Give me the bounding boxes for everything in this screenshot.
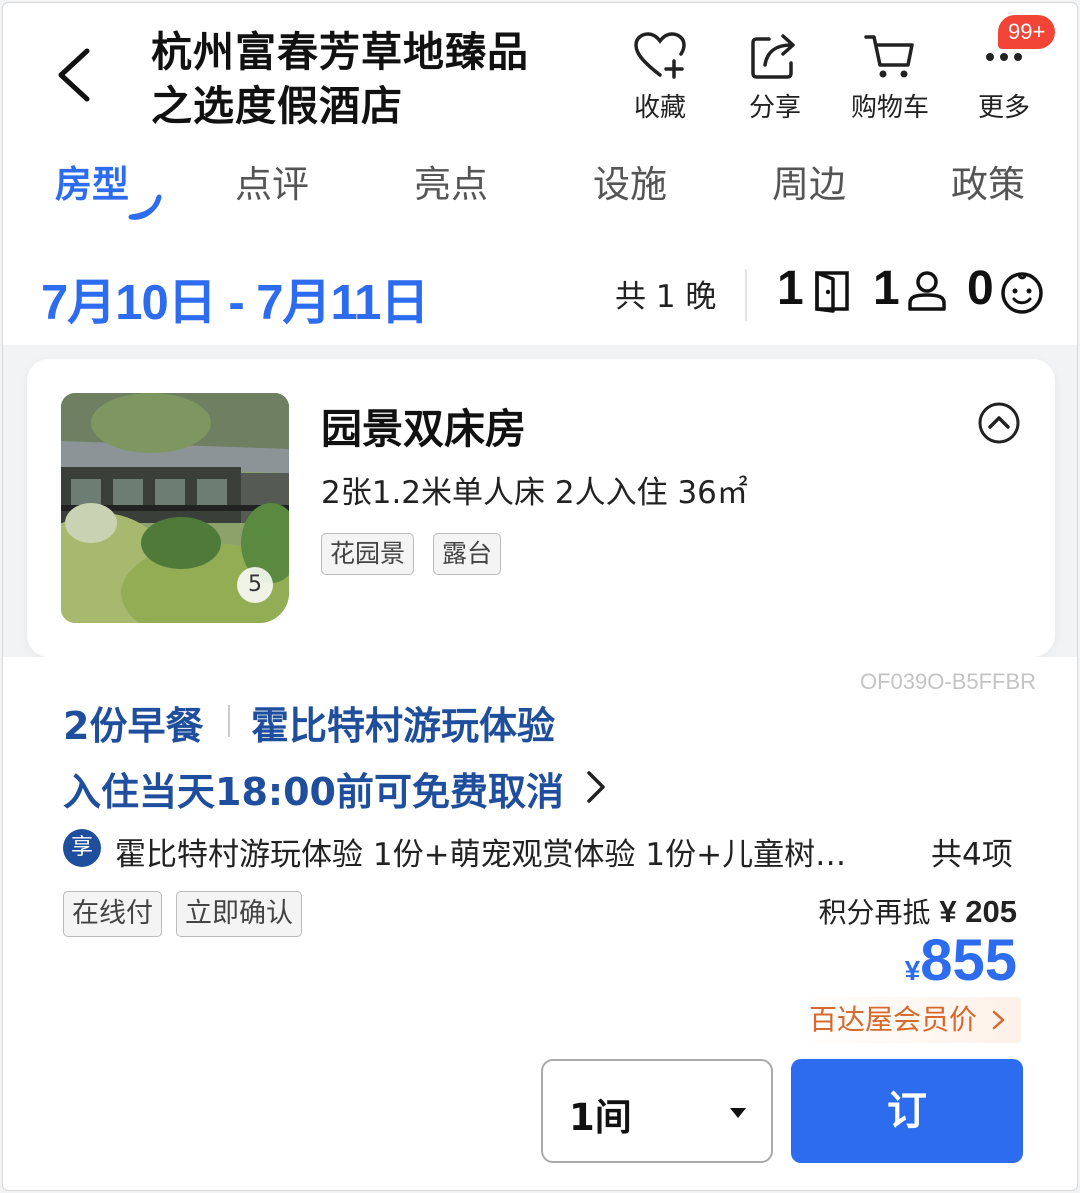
- perks-list[interactable]: 霍比特村游玩体验 1份+萌宠观赏体验 1份+儿童树…: [115, 829, 905, 874]
- active-tab-indicator: [128, 194, 162, 220]
- rate-code: OF039O-B5FFBR: [860, 669, 1037, 694]
- collapse-up-icon[interactable]: [977, 401, 1021, 445]
- book-button[interactable]: 订: [791, 1059, 1023, 1163]
- tab-room-types[interactable]: 房型: [55, 157, 129, 213]
- room-name: 园景双床房: [321, 405, 526, 453]
- tab-policies[interactable]: 政策: [951, 157, 1025, 213]
- cart-label: 购物车: [850, 93, 929, 123]
- price-amount: 855: [920, 928, 1017, 993]
- price-currency: ¥: [904, 955, 921, 986]
- points-value: ¥ 205: [939, 894, 1017, 929]
- app-frame: 杭州富春芳草地臻品 之选度假酒店 收藏 分享 购物车 更多 99+ 房型 点评 …: [2, 2, 1078, 1191]
- share-icon: [751, 34, 795, 79]
- rooms-count[interactable]: 1: [777, 261, 804, 316]
- tab-reviews[interactable]: 点评: [235, 157, 309, 213]
- children-count[interactable]: 0: [967, 261, 994, 316]
- share-label: 分享: [748, 93, 801, 123]
- back-button[interactable]: [47, 43, 107, 107]
- adult-icon: [908, 271, 946, 311]
- member-price-label: 百达屋会员价: [809, 1003, 978, 1036]
- stay-dates[interactable]: 7月10日 - 7月11日: [41, 263, 429, 334]
- adults-count[interactable]: 1: [873, 261, 900, 316]
- cart-icon: [864, 35, 914, 78]
- divider: [228, 705, 230, 737]
- points-label: 积分再抵: [818, 896, 931, 929]
- favorite-label: 收藏: [633, 93, 686, 123]
- tab-nearby[interactable]: 周边: [772, 157, 846, 213]
- child-icon: [1001, 272, 1043, 314]
- room-tag: 露台: [433, 533, 502, 575]
- divider: [745, 269, 747, 321]
- member-price-link[interactable]: 百达屋会员价: [799, 997, 1021, 1043]
- share-button[interactable]: 分享: [725, 31, 825, 123]
- hotel-title-line2: 之选度假酒店: [151, 82, 403, 130]
- tab-highlights[interactable]: 亮点: [414, 157, 488, 213]
- perk-count[interactable]: 共4项: [931, 829, 1013, 874]
- hotel-title-line1: 杭州富春芳草地臻品: [151, 28, 529, 76]
- tab-facilities[interactable]: 设施: [593, 157, 667, 213]
- favorite-button[interactable]: 收藏: [610, 31, 710, 123]
- more-label: 更多: [977, 93, 1030, 123]
- door-icon: [815, 271, 849, 313]
- chevron-right-icon: [992, 1010, 1005, 1030]
- room-card[interactable]: 5 园景双床房 2张1.2米单人床 2人入住 36㎡ 花园景 露台: [27, 359, 1055, 657]
- price: ¥855: [905, 927, 1017, 994]
- rate-plan: OF039O-B5FFBR 2份早餐 霍比特村游玩体验 入住当天18:00前可免…: [3, 657, 1077, 1190]
- nights-count: 共 1 晚: [615, 279, 717, 315]
- pay-tag: 立即确认: [176, 891, 302, 937]
- room-quantity-select[interactable]: 1间: [541, 1059, 773, 1163]
- cart-button[interactable]: 购物车: [840, 31, 940, 123]
- caret-down-icon: [730, 1108, 746, 1118]
- photo-count: 5: [237, 567, 273, 603]
- cancel-policy[interactable]: 入住当天18:00前可免费取消: [63, 761, 564, 816]
- chevron-right-icon[interactable]: [583, 769, 609, 805]
- experience-info: 霍比特村游玩体验: [251, 704, 556, 748]
- room-spec: 2张1.2米单人床 2人入住 36㎡: [321, 475, 748, 511]
- cart-badge: 99+: [998, 15, 1056, 49]
- header: 杭州富春芳草地臻品 之选度假酒店 收藏 分享 购物车 更多 99+ 房型 点评 …: [3, 3, 1077, 345]
- room-quantity-value: 1间: [569, 1096, 632, 1139]
- points-discount: 积分再抵 ¥ 205: [819, 891, 1018, 931]
- room-tag: 花园景: [321, 533, 415, 575]
- heart-plus-icon: [634, 32, 686, 79]
- pay-tag: 在线付: [63, 891, 162, 937]
- perk-badge: 享: [63, 829, 101, 867]
- chevron-left-icon: [58, 48, 90, 102]
- breakfast-info: 2份早餐: [63, 704, 204, 748]
- room-photo[interactable]: 5: [61, 393, 289, 623]
- hotel-title: 杭州富春芳草地臻品 之选度假酒店: [151, 25, 581, 133]
